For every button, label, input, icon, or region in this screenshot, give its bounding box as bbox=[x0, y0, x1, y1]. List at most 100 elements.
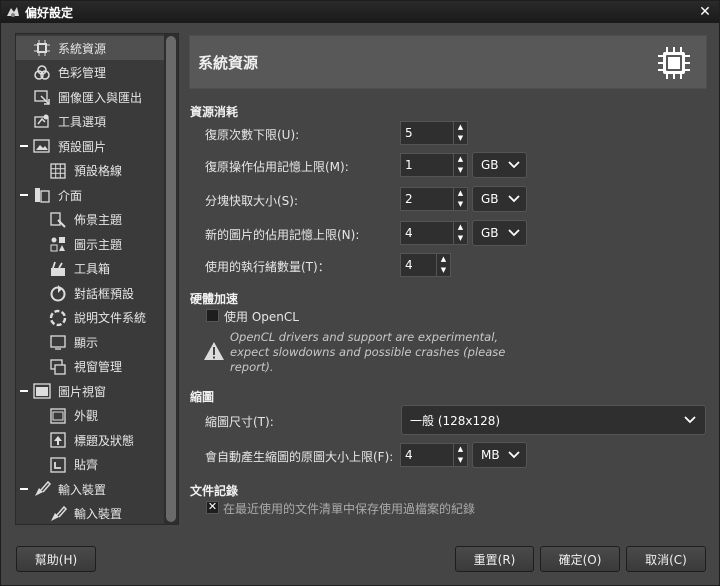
spin-down-icon[interactable]: ▼ bbox=[437, 265, 450, 276]
sidebar-item[interactable]: 介面 bbox=[16, 183, 164, 207]
sidebar-item-label: 圖示主題 bbox=[74, 237, 123, 252]
opencl-warning-text: OpenCL drivers and support are experimen… bbox=[230, 330, 506, 374]
input-device-icon bbox=[48, 504, 68, 524]
grid-icon bbox=[48, 161, 68, 181]
warning-icon bbox=[204, 342, 224, 360]
sidebar-item-label: 貼齊 bbox=[74, 458, 99, 472]
category-tree: 輸入裝置 輸入裝置 貼齊 標題及狀態 外觀 圖片視窗 視窗管理 顯示 說明文件系統 對話框預設 工具… bbox=[15, 33, 179, 525]
image-icon bbox=[32, 136, 52, 156]
spin-up-icon[interactable]: ▲ bbox=[454, 444, 467, 455]
tile-cache-unit-combo[interactable]: GB bbox=[472, 186, 527, 212]
sidebar-item-label: 標題及狀態 bbox=[74, 433, 135, 448]
spin-down-icon[interactable]: ▼ bbox=[454, 199, 467, 210]
collapse-icon[interactable] bbox=[19, 190, 29, 200]
spin-up-icon[interactable]: ▲ bbox=[437, 254, 450, 265]
sidebar-item[interactable]: 系統資源 bbox=[16, 36, 164, 60]
theme-icon bbox=[48, 210, 68, 230]
sidebar-scroll-thumb[interactable] bbox=[166, 36, 176, 522]
max-image-label: 新的圖片的佔用記憶上限(N): bbox=[205, 228, 360, 242]
keep-history-checkbox[interactable] bbox=[206, 500, 219, 514]
help-icon bbox=[48, 308, 68, 328]
sidebar-item[interactable]: 佈景主題 bbox=[16, 208, 164, 232]
keep-history-label[interactable]: 在最近使用的文件清單中保存使用過檔案的紀錄 bbox=[223, 500, 475, 517]
max-image-spinner[interactable]: 4 ▲ ▼ bbox=[400, 221, 468, 245]
sidebar-item[interactable]: 視窗管理 bbox=[16, 355, 164, 379]
tool-icon bbox=[32, 112, 52, 132]
sidebar-item-label: 視窗管理 bbox=[74, 360, 123, 374]
spin-down-icon[interactable]: ▼ bbox=[454, 455, 467, 466]
help-button[interactable]: 幫助(H) bbox=[16, 546, 96, 572]
ok-button[interactable]: 確定(O) bbox=[540, 546, 620, 572]
sidebar-item-label: 介面 bbox=[58, 188, 83, 203]
sidebar-item[interactable]: 貼齊 bbox=[16, 453, 164, 477]
sidebar-item[interactable]: 輸入裝置 bbox=[16, 502, 164, 525]
undo-memory-unit-combo[interactable]: GB bbox=[472, 152, 527, 178]
collapse-icon[interactable] bbox=[19, 386, 29, 396]
undo-memory-spinner[interactable]: 1 ▲ ▼ bbox=[400, 153, 468, 177]
chevron-down-icon bbox=[502, 443, 526, 467]
sidebar-item-label: 圖像匯入與匯出 bbox=[58, 90, 143, 105]
sidebar-item[interactable]: 說明文件系統 bbox=[16, 306, 164, 330]
spin-up-icon[interactable]: ▲ bbox=[454, 222, 467, 233]
threads-spinner[interactable]: 4 ▲ ▼ bbox=[400, 253, 451, 277]
sidebar-item-label: 預設圖片 bbox=[58, 139, 107, 154]
sidebar-item[interactable]: 色彩管理 bbox=[16, 61, 164, 85]
cancel-button[interactable]: 取消(C) bbox=[626, 546, 706, 572]
sidebar-item[interactable]: 標題及狀態 bbox=[16, 428, 164, 452]
sidebar-item-label: 外觀 bbox=[74, 409, 99, 423]
sidebar-item-label: 輸入裝置 bbox=[58, 482, 107, 497]
sidebar-item[interactable]: 外觀 bbox=[16, 404, 164, 428]
spin-up-icon[interactable]: ▲ bbox=[454, 188, 467, 199]
sidebar-item-label: 對話框預設 bbox=[74, 286, 135, 301]
sidebar-item[interactable]: 圖片視窗 bbox=[16, 379, 164, 403]
chip-icon bbox=[32, 38, 52, 58]
undo-memory-label: 復原操作佔用記憶上限(M): bbox=[205, 160, 349, 174]
chevron-down-icon bbox=[502, 187, 526, 211]
max-file-size-spinner[interactable]: 4 ▲ ▼ bbox=[400, 443, 468, 467]
page-title: 系統資源 bbox=[198, 54, 259, 72]
chevron-down-icon bbox=[502, 221, 526, 245]
sidebar-item[interactable]: 工具箱 bbox=[16, 257, 164, 281]
tile-cache-spinner[interactable]: 2 ▲ ▼ bbox=[400, 187, 468, 211]
spin-down-icon[interactable]: ▼ bbox=[454, 165, 467, 176]
color-icon bbox=[32, 63, 52, 83]
sidebar-item-label: 工具箱 bbox=[74, 262, 111, 276]
sidebar-item[interactable]: 預設圖片 bbox=[16, 134, 164, 158]
sidebar-item-label: 色彩管理 bbox=[58, 66, 107, 80]
sidebar-item[interactable]: 預設格線 bbox=[16, 159, 164, 183]
spin-up-icon[interactable]: ▲ bbox=[454, 154, 467, 165]
max-image-unit-combo[interactable]: GB bbox=[472, 220, 527, 246]
spin-up-icon[interactable]: ▲ bbox=[454, 122, 467, 133]
opencl-checkbox[interactable] bbox=[206, 309, 219, 322]
collapse-icon[interactable] bbox=[19, 141, 29, 151]
max-file-size-unit-combo[interactable]: MB bbox=[472, 442, 527, 468]
spin-down-icon[interactable]: ▼ bbox=[454, 133, 467, 144]
sidebar-item-label: 系統資源 bbox=[58, 41, 107, 56]
thumbnail-size-combo[interactable]: 一般 (128x128) bbox=[401, 405, 706, 435]
close-icon[interactable]: ✕ bbox=[697, 4, 713, 20]
import-icon bbox=[32, 87, 52, 107]
sidebar-scrollbar[interactable] bbox=[164, 34, 178, 524]
max-file-size-label: 會自動產生縮圖的原圖大小上限(F): bbox=[205, 450, 394, 464]
spin-down-icon[interactable]: ▼ bbox=[454, 233, 467, 244]
sidebar-item[interactable]: 圖像匯入與匯出 bbox=[16, 85, 164, 109]
sidebar-item[interactable]: 圖示主題 bbox=[16, 232, 164, 256]
chip-icon bbox=[658, 47, 690, 79]
sidebar-item[interactable]: 顯示 bbox=[16, 330, 164, 354]
image-window-icon bbox=[32, 381, 52, 401]
opencl-label[interactable]: 使用 OpenCL bbox=[224, 308, 299, 325]
hardware-section-title: 硬體加速 bbox=[190, 292, 239, 306]
collapse-icon[interactable] bbox=[19, 484, 29, 494]
sidebar-item[interactable]: 輸入裝置 bbox=[16, 477, 164, 501]
title-status-icon bbox=[48, 430, 68, 450]
thumbnail-size-label: 縮圖尺寸(T): bbox=[205, 415, 274, 429]
sidebar-item[interactable]: 工具選項 bbox=[16, 110, 164, 134]
sidebar-item-label: 圖片視窗 bbox=[58, 384, 107, 399]
window-icon bbox=[48, 357, 68, 377]
display-icon bbox=[48, 332, 68, 352]
sidebar-item-label: 顯示 bbox=[74, 335, 99, 350]
sidebar-item[interactable]: 對話框預設 bbox=[16, 281, 164, 305]
reset-button[interactable]: 重置(R) bbox=[455, 546, 534, 572]
thumbnails-section-title: 縮圖 bbox=[190, 390, 215, 404]
undo-levels-spinner[interactable]: 5 ▲ ▼ bbox=[400, 121, 468, 145]
